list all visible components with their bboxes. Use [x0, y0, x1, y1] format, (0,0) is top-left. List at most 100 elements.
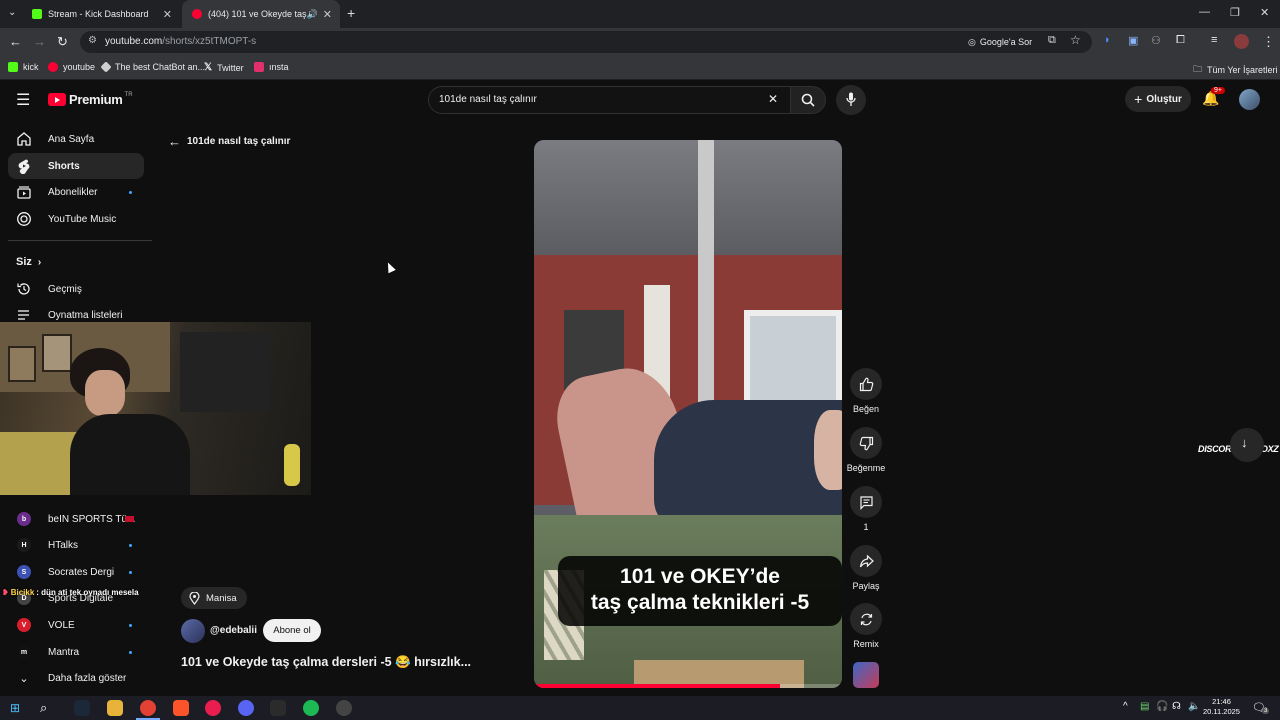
bookmark-label: ınsta — [269, 62, 289, 72]
system-clock[interactable]: 21:46 20.11.2025 — [1203, 697, 1240, 717]
create-button[interactable]: + Oluştur — [1125, 86, 1191, 112]
tab-kick-dashboard[interactable]: Stream - Kick Dashboard ✕ — [22, 0, 180, 28]
channel-avatar[interactable] — [181, 619, 205, 643]
search-button[interactable] — [790, 86, 826, 114]
tab-youtube-short[interactable]: (404) 101 ve Okeyde taş çal 🔊 ✕ — [182, 0, 340, 28]
sidebar-channel-item[interactable]: m Mantra — [8, 639, 144, 665]
extension-icon[interactable]: ⚇ — [1151, 34, 1161, 47]
sound-thumbnail[interactable] — [853, 662, 879, 688]
url-text[interactable]: youtube.com/shorts/xz5tTMOPT-s — [105, 36, 256, 47]
tab-search-icon[interactable]: ⌄ — [8, 7, 16, 18]
bookmark-star-icon[interactable]: ☆ — [1070, 33, 1081, 47]
sidebar-item-subscriptions[interactable]: Abonelikler — [8, 179, 144, 205]
notifications-button[interactable]: 🔔 9+ — [1202, 87, 1225, 108]
bookmark-item[interactable]: The best ChatBot an... — [100, 61, 206, 73]
steam-icon[interactable] — [74, 700, 90, 716]
close-window-icon[interactable]: ✕ — [1260, 6, 1269, 19]
youtube-logo[interactable]: Premium TR — [48, 92, 133, 107]
bookmark-item[interactable]: youtube — [48, 62, 95, 72]
tray-chevron-icon[interactable]: ^ — [1123, 701, 1128, 712]
close-tab-icon[interactable]: ✕ — [163, 8, 172, 21]
media-player-icon[interactable] — [205, 700, 221, 716]
voice-search-button[interactable] — [836, 85, 866, 115]
volume-icon[interactable]: 🔈 — [1188, 701, 1200, 712]
back-icon[interactable]: ← — [9, 34, 22, 49]
subscribe-label: Abone ol — [273, 625, 311, 636]
address-bar[interactable]: ⚙ youtube.com/shorts/xz5tTMOPT-s ◎ Googl… — [80, 31, 1092, 53]
sidebar-item-history[interactable]: Geçmiş — [8, 276, 144, 302]
channel-avatar: V — [17, 618, 31, 632]
network-icon[interactable]: ☊ — [1172, 701, 1181, 712]
bookmark-item[interactable]: ınsta — [254, 62, 289, 72]
next-short-button[interactable]: ↓ — [1230, 428, 1264, 462]
show-more-button[interactable]: ⌄ Daha fazla göster — [8, 665, 144, 691]
site-info-icon[interactable]: ⚙ — [88, 35, 97, 46]
audio-playing-icon[interactable]: 🔊 — [307, 9, 318, 20]
search-input[interactable]: 101de nasıl taş çalınır ✕ — [428, 86, 792, 114]
channel-avatar: H — [17, 538, 31, 552]
short-title[interactable]: 101 ve Okeyde taş çalma dersleri -5 😂 hı… — [181, 655, 471, 670]
extensions-puzzle-icon[interactable]: ⧠ — [1176, 34, 1185, 47]
bookmark-label: The best ChatBot an... — [115, 62, 206, 72]
subscribe-button[interactable]: Abone ol — [263, 619, 321, 642]
dislike-button[interactable]: Beğenme — [846, 427, 886, 473]
remix-button[interactable]: Remix — [846, 603, 886, 649]
forward-icon[interactable]: → — [33, 34, 46, 49]
restore-icon[interactable]: ❐ — [1230, 6, 1240, 19]
channel-handle[interactable]: @edebalii — [210, 625, 257, 636]
search-icon[interactable]: ⌕ — [40, 700, 47, 716]
profile-avatar[interactable] — [1234, 34, 1249, 49]
sidebar-channel-item[interactable]: V VOLE — [8, 612, 144, 638]
channel-avatar: m — [17, 645, 31, 659]
hamburger-menu-icon[interactable]: ☰ — [16, 90, 30, 110]
sidebar-item-label: beIN SPORTS Tü... — [48, 513, 136, 525]
caption-line: 101 ve OKEY’de — [620, 565, 780, 588]
menu-icon[interactable]: ⋮ — [1262, 34, 1275, 50]
chat-text: : dün ati tek oynadı mesela — [36, 588, 139, 597]
sidebar-channel-item[interactable]: S Socrates Dergi — [8, 559, 144, 585]
install-app-icon[interactable]: ⧉ — [1048, 34, 1056, 47]
chrome-icon[interactable] — [140, 700, 156, 716]
close-tab-icon[interactable]: ✕ — [323, 8, 332, 21]
sidebar-channel-item[interactable]: b beIN SPORTS Tü... — [8, 506, 144, 532]
obs-icon[interactable] — [336, 700, 352, 716]
bookmark-item[interactable]: 𝕏 Twitter — [204, 62, 244, 73]
bookmark-item[interactable]: kick — [8, 62, 39, 72]
all-bookmarks-button[interactable]: 🗀 Tüm Yer İşaretleri — [1193, 62, 1278, 78]
sidebar-item-label: HTalks — [48, 539, 79, 551]
new-tab-icon[interactable]: + — [347, 5, 355, 21]
back-to-search[interactable]: ← 101de nasıl taş çalınır — [168, 134, 290, 149]
like-button[interactable]: Beğen — [846, 368, 886, 414]
video-progress-track[interactable] — [534, 684, 842, 688]
windows-start-icon[interactable]: ⊞ — [10, 701, 20, 715]
reload-icon[interactable]: ↻ — [57, 34, 68, 50]
share-button[interactable]: Paylaş — [846, 545, 886, 591]
sidebar-item-youtube-music[interactable]: YouTube Music — [8, 206, 144, 232]
file-explorer-icon[interactable] — [107, 700, 123, 716]
discord-icon[interactable] — [238, 700, 254, 716]
headset-icon[interactable]: 🎧 — [1156, 701, 1168, 712]
stream-chat-message: ❥ Bicikk : dün ati tek oynadı mesela — [2, 588, 139, 597]
extension-icon[interactable]: ▣ — [1128, 34, 1138, 47]
clear-search-icon[interactable]: ✕ — [768, 92, 778, 106]
account-avatar[interactable] — [1239, 89, 1260, 110]
minimize-icon[interactable]: — — [1199, 6, 1210, 18]
sidebar-you-header[interactable]: Siz › — [16, 256, 41, 268]
channel-avatar: S — [17, 565, 31, 579]
tray-app-icon[interactable]: ▤ — [1140, 701, 1149, 712]
action-label: Remix — [853, 639, 879, 649]
google-lens-button[interactable]: ◎ Google'a Sor — [968, 34, 1032, 50]
location-chip[interactable]: Manisa — [181, 587, 247, 609]
terminal-icon[interactable] — [270, 700, 286, 716]
extension-icon[interactable]: ◗ — [1104, 34, 1111, 46]
media-control-icon[interactable]: ≡ — [1211, 34, 1217, 46]
sidebar-item-home[interactable]: Ana Sayfa — [8, 126, 144, 152]
chevron-down-icon: ⌄ — [19, 672, 29, 685]
sidebar-item-shorts[interactable]: Shorts — [8, 153, 144, 179]
sidebar-channel-item[interactable]: H HTalks — [8, 532, 144, 558]
comment-count: 1 — [863, 522, 869, 532]
comments-button[interactable]: 1 — [846, 486, 886, 532]
shorts-video-player[interactable]: 101 ve OKEY’de taş çalma teknikleri -5 — [534, 140, 842, 688]
spotify-icon[interactable] — [303, 700, 319, 716]
brave-icon[interactable] — [173, 700, 189, 716]
